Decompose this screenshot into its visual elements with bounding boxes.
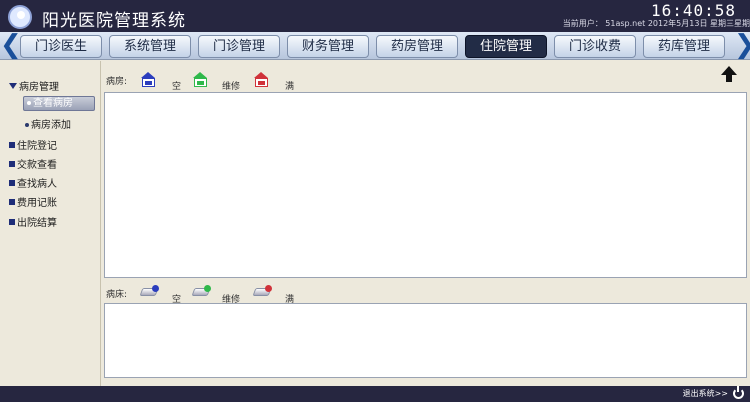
tab-drug-warehouse[interactable]: 药库管理 xyxy=(643,35,725,58)
sidebar-item-label: 出院结算 xyxy=(17,218,57,229)
current-user-info: 当前用户： 51asp.net 2012年5月13日 星期三星期 xyxy=(562,19,750,28)
bullet-icon xyxy=(25,123,29,127)
sidebar-item-discharge-settlement[interactable]: 出院结算 xyxy=(9,214,57,229)
sidebar-group-label: 病房管理 xyxy=(19,82,59,93)
square-bullet-icon xyxy=(9,161,15,167)
header-bar: 阳光医院管理系统 16:40:58 当前用户： 51asp.net 2012年5… xyxy=(0,0,750,32)
sidebar-item-label: 查看病房 xyxy=(33,98,73,109)
tab-clinic-billing[interactable]: 门诊收费 xyxy=(554,35,636,58)
bullet-icon xyxy=(27,101,31,105)
triangle-down-icon xyxy=(9,83,17,89)
ward-legend-maintenance: 维修 xyxy=(222,82,241,92)
sidebar-group-ward-management[interactable]: 病房管理 xyxy=(9,78,59,93)
square-bullet-icon xyxy=(9,219,15,225)
sidebar-item-payment-view[interactable]: 交款查看 xyxy=(9,156,57,171)
sidebar-item-label: 查找病人 xyxy=(17,179,57,190)
sidebar-item-find-patient[interactable]: 查找病人 xyxy=(9,175,57,190)
footer-bar: 退出系统>> xyxy=(0,386,750,402)
sidebar-item-label: 交款查看 xyxy=(17,160,57,171)
tab-clinic-doctor[interactable]: 门诊医生 xyxy=(20,35,102,58)
nav-tabs: 门诊医生 系统管理 门诊管理 财务管理 药房管理 住院管理 门诊收费 药库管理 xyxy=(20,35,732,58)
ward-label: 病房: xyxy=(106,77,128,87)
nav-right-arrow-icon[interactable]: ❯ xyxy=(734,32,750,60)
app-title: 阳光医院管理系统 xyxy=(42,11,186,31)
nav-bar: ❮ 门诊医生 系统管理 门诊管理 财务管理 药房管理 住院管理 门诊收费 药库管… xyxy=(0,32,750,60)
square-bullet-icon xyxy=(9,180,15,186)
sidebar-item-view-wards[interactable]: 查看病房 xyxy=(23,96,95,111)
ward-legend-full: 满 xyxy=(285,82,295,92)
tab-system-management[interactable]: 系统管理 xyxy=(109,35,191,58)
arrow-up-icon[interactable] xyxy=(720,65,738,83)
ward-maintenance-icon xyxy=(193,72,208,87)
sidebar-item-label: 费用记账 xyxy=(17,198,57,209)
sidebar-item-add-ward[interactable]: 病房添加 xyxy=(25,116,71,131)
bed-label: 病床: xyxy=(106,290,128,300)
ward-legend: 病房: 空 维修 满 xyxy=(106,70,306,92)
power-icon[interactable] xyxy=(733,386,744,399)
square-bullet-icon xyxy=(9,199,15,205)
app-window: 阳光医院管理系统 16:40:58 当前用户： 51asp.net 2012年5… xyxy=(0,0,750,402)
sidebar-item-fee-accounting[interactable]: 费用记账 xyxy=(9,194,57,209)
bed-empty-icon xyxy=(139,285,159,299)
bed-full-icon xyxy=(252,285,272,299)
bed-legend: 病床: 空 维修 满 xyxy=(106,283,306,305)
sidebar-item-label: 住院登记 xyxy=(17,141,57,152)
ward-display-panel xyxy=(104,92,747,278)
ward-full-icon xyxy=(254,72,269,87)
hospital-logo-icon xyxy=(8,5,32,29)
ward-empty-icon xyxy=(141,72,156,87)
nav-left-arrow-icon[interactable]: ❮ xyxy=(0,32,22,60)
sidebar: 病房管理 查看病房 病房添加 住院登记 交款查看 查找病人 费用记账 出院结算 xyxy=(0,61,101,386)
bed-display-panel xyxy=(104,303,747,378)
tab-inpatient-management[interactable]: 住院管理 xyxy=(465,35,547,58)
logout-link[interactable]: 退出系统>> xyxy=(683,388,728,399)
tab-finance-management[interactable]: 财务管理 xyxy=(287,35,369,58)
tab-pharmacy-management[interactable]: 药房管理 xyxy=(376,35,458,58)
ward-legend-empty: 空 xyxy=(172,82,182,92)
tab-clinic-management[interactable]: 门诊管理 xyxy=(198,35,280,58)
square-bullet-icon xyxy=(9,142,15,148)
sidebar-item-label: 病房添加 xyxy=(31,120,71,131)
bed-maintenance-icon xyxy=(191,285,211,299)
sidebar-item-admission[interactable]: 住院登记 xyxy=(9,137,57,152)
